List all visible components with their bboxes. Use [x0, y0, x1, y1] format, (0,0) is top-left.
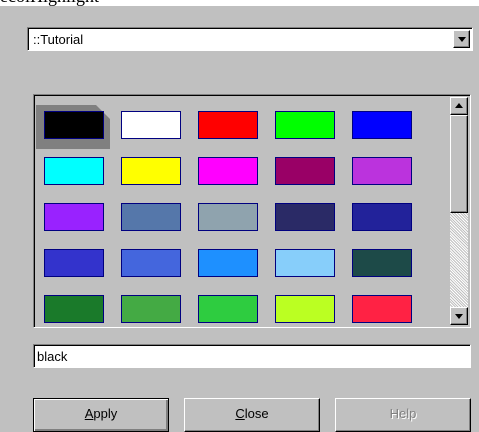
scroll-thumb[interactable]	[450, 115, 468, 213]
color-swatch-dark-slate[interactable]	[352, 249, 412, 277]
swatch-area	[36, 97, 450, 325]
color-swatch-cyan[interactable]	[44, 157, 104, 185]
color-swatch-red[interactable]	[198, 111, 258, 139]
close-button[interactable]: Close	[184, 398, 320, 432]
scroll-up-button[interactable]	[450, 97, 468, 115]
color-swatch-maroon[interactable]	[275, 157, 335, 185]
color-swatch-orchid[interactable]	[352, 157, 412, 185]
color-swatch-medium-green[interactable]	[121, 295, 181, 323]
color-swatch-midnight-blue[interactable]	[352, 203, 412, 231]
color-swatch-forest-green[interactable]	[44, 295, 104, 323]
color-scheme-select[interactable]: ::Tutorial	[27, 27, 473, 51]
color-swatch-blue[interactable]	[352, 111, 412, 139]
color-swatch-violet[interactable]	[44, 203, 104, 231]
apply-button[interactable]: Apply	[33, 398, 169, 432]
color-swatch-steel-blue[interactable]	[121, 203, 181, 231]
color-swatch-yellow[interactable]	[121, 157, 181, 185]
color-swatch-black[interactable]	[44, 111, 104, 139]
chevron-up-icon	[455, 103, 463, 108]
apply-label-rest: pply	[93, 406, 118, 421]
help-button: Help	[335, 398, 471, 432]
color-swatch-chartreuse[interactable]	[275, 295, 335, 323]
color-swatch-lime-green[interactable]	[198, 295, 258, 323]
scroll-down-button[interactable]	[450, 307, 468, 325]
color-swatch-slate-gray[interactable]	[198, 203, 258, 231]
dropdown-button[interactable]	[453, 30, 470, 48]
color-scheme-value: ::Tutorial	[33, 32, 84, 47]
chevron-down-icon	[455, 314, 463, 319]
color-swatch-grid	[33, 94, 471, 328]
color-swatch-medium-blue[interactable]	[44, 249, 104, 277]
color-swatch-green[interactable]	[275, 111, 335, 139]
color-swatch-dodger-blue[interactable]	[198, 249, 258, 277]
close-label-rest: lose	[244, 406, 269, 421]
chevron-down-icon	[458, 37, 466, 42]
color-dialog: ::Tutorial Apply Close Help	[0, 6, 479, 432]
color-swatch-white[interactable]	[121, 111, 181, 139]
color-swatch-light-sky-blue[interactable]	[275, 249, 335, 277]
color-swatch-crimson[interactable]	[352, 295, 412, 323]
color-swatch-navy[interactable]	[275, 203, 335, 231]
color-name-field[interactable]	[33, 344, 471, 368]
vertical-scrollbar[interactable]	[450, 97, 468, 325]
color-swatch-magenta[interactable]	[198, 157, 258, 185]
close-mnemonic: C	[235, 406, 245, 421]
color-swatch-royal-blue[interactable]	[121, 249, 181, 277]
